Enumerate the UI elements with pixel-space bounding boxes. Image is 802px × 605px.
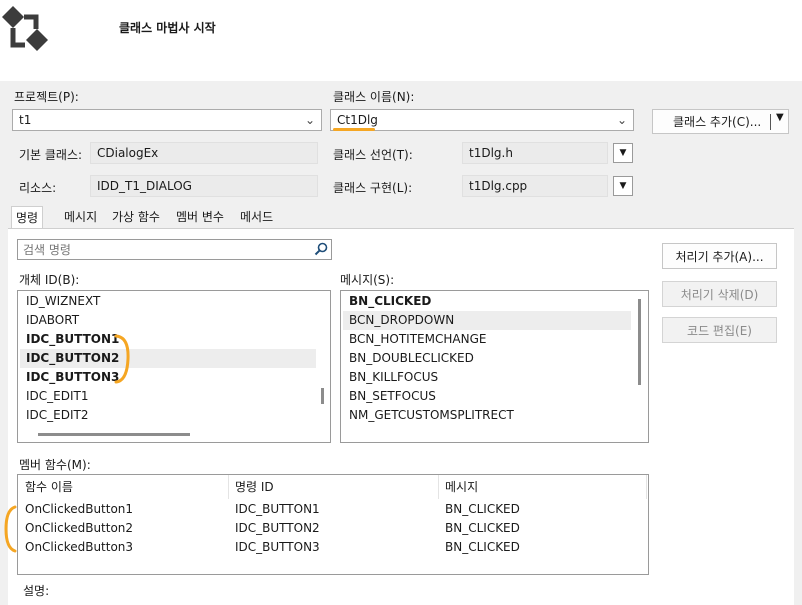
command-id-cell[interactable]: IDC_BUTTON2 — [228, 519, 438, 538]
search-icon[interactable] — [314, 242, 328, 256]
object-id-item[interactable]: IDC_BUTTON1 — [20, 330, 316, 349]
class-declaration-field: t1Dlg.h — [462, 142, 608, 164]
function-name-cell[interactable]: OnClickedButton2 — [18, 519, 228, 538]
object-id-item[interactable]: IDC_EDIT1 — [20, 387, 316, 406]
object-id-item[interactable]: IDC_EDIT2 — [20, 406, 316, 425]
column-header-message[interactable]: 메시지 — [438, 475, 646, 499]
description-label: 설명: — [23, 584, 50, 598]
split-divider — [770, 114, 771, 130]
message-item[interactable]: BN_CLICKED — [343, 292, 631, 311]
class-implementation-dropdown[interactable]: ▼ — [613, 176, 633, 196]
annotation-underline — [333, 128, 375, 131]
add-handler-button[interactable]: 처리기 추가(A)... — [662, 243, 777, 269]
column-header-command-id[interactable]: 명령 ID — [228, 475, 438, 499]
member-functions-label: 멤버 함수(M): — [19, 458, 91, 472]
tab-messages[interactable]: 메시지 — [60, 206, 101, 228]
object-id-item[interactable]: IDC_BUTTON3 — [20, 368, 316, 387]
chevron-down-icon: ⌄ — [616, 113, 627, 127]
class-implementation-field: t1Dlg.cpp — [462, 175, 608, 197]
column-separator — [646, 475, 647, 499]
horizontal-scrollbar-thumb[interactable] — [38, 433, 190, 436]
project-label: 프로젝트(P): — [14, 90, 79, 104]
edit-code-button[interactable]: 코드 편집(E) — [662, 317, 777, 343]
message-cell[interactable]: BN_CLICKED — [438, 500, 646, 519]
command-id-cell[interactable]: IDC_BUTTON3 — [228, 538, 438, 557]
resource-field: IDD_T1_DIALOG — [90, 175, 318, 197]
search-input[interactable] — [17, 239, 332, 260]
vertical-scrollbar-thumb[interactable] — [321, 388, 324, 404]
tab-member-variables[interactable]: 멤버 변수 — [172, 206, 228, 228]
object-id-list[interactable]: ID_WIZNEXT IDABORT IDC_BUTTON1 IDC_BUTTO… — [17, 290, 331, 443]
function-name-cell[interactable]: OnClickedButton3 — [18, 538, 228, 557]
vertical-scrollbar-thumb[interactable] — [638, 299, 641, 385]
messages-label: 메시지(S): — [340, 273, 395, 287]
base-class-field: CDialogEx — [90, 142, 318, 164]
dropdown-arrow-icon: ▼ — [619, 181, 627, 191]
message-item-hover[interactable]: BCN_DROPDOWN — [343, 311, 631, 330]
object-id-item[interactable]: IDABORT — [20, 311, 316, 330]
class-name-value: Ct1Dlg — [337, 113, 378, 127]
tab-methods[interactable]: 메서드 — [236, 206, 277, 228]
object-id-item[interactable]: ID_WIZNEXT — [20, 292, 316, 311]
project-combo[interactable]: t1 ⌄ — [12, 109, 322, 131]
function-name-cell[interactable]: OnClickedButton1 — [18, 500, 228, 519]
base-class-label: 기본 클래스: — [19, 148, 83, 162]
annotation-bracket — [114, 334, 130, 384]
member-functions-list[interactable]: 함수 이름 명령 ID 메시지 OnClickedButton1 IDC_BUT… — [17, 474, 649, 575]
delete-handler-button[interactable]: 처리기 삭제(D) — [662, 281, 777, 307]
tab-commands[interactable]: 명령 — [11, 206, 44, 228]
message-cell[interactable]: BN_CLICKED — [438, 538, 646, 557]
annotation-bracket — [4, 505, 17, 553]
message-item[interactable]: BCN_HOTITEMCHANGE — [343, 330, 631, 349]
object-id-label: 개체 ID(B): — [19, 273, 80, 287]
class-name-label: 클래스 이름(N): — [333, 90, 415, 104]
message-item[interactable]: BN_DOUBLECLICKED — [343, 349, 631, 368]
column-header-function-name[interactable]: 함수 이름 — [18, 475, 228, 499]
message-item[interactable]: NM_GETCUSTOMSPLITRECT — [343, 406, 631, 425]
dropdown-arrow-icon[interactable]: ▼ — [776, 112, 784, 123]
chevron-down-icon: ⌄ — [304, 113, 315, 127]
class-declaration-dropdown[interactable]: ▼ — [613, 143, 633, 163]
messages-list[interactable]: BN_CLICKED BCN_DROPDOWN BCN_HOTITEMCHANG… — [340, 290, 649, 443]
class-implementation-label: 클래스 구현(L): — [333, 181, 413, 195]
dropdown-arrow-icon: ▼ — [619, 148, 627, 158]
add-class-label: 클래스 추가(C)... — [673, 115, 762, 129]
add-class-button[interactable]: 클래스 추가(C)... ▼ — [652, 109, 789, 134]
command-id-cell[interactable]: IDC_BUTTON1 — [228, 500, 438, 519]
project-value: t1 — [19, 113, 32, 127]
class-wizard-logo-icon — [2, 6, 48, 51]
resource-label: 리소스: — [19, 181, 57, 195]
class-name-combo[interactable]: Ct1Dlg ⌄ — [330, 109, 634, 131]
message-cell[interactable]: BN_CLICKED — [438, 519, 646, 538]
wizard-header: 클래스 마법사 시작 — [0, 0, 802, 81]
object-id-item-selected[interactable]: IDC_BUTTON2 — [20, 349, 316, 368]
tab-virtual-functions[interactable]: 가상 함수 — [108, 206, 164, 228]
class-declaration-label: 클래스 선언(T): — [333, 148, 413, 162]
message-item[interactable]: BN_KILLFOCUS — [343, 368, 631, 387]
header-title: 클래스 마법사 시작 — [119, 21, 216, 35]
message-item[interactable]: BN_SETFOCUS — [343, 387, 631, 406]
